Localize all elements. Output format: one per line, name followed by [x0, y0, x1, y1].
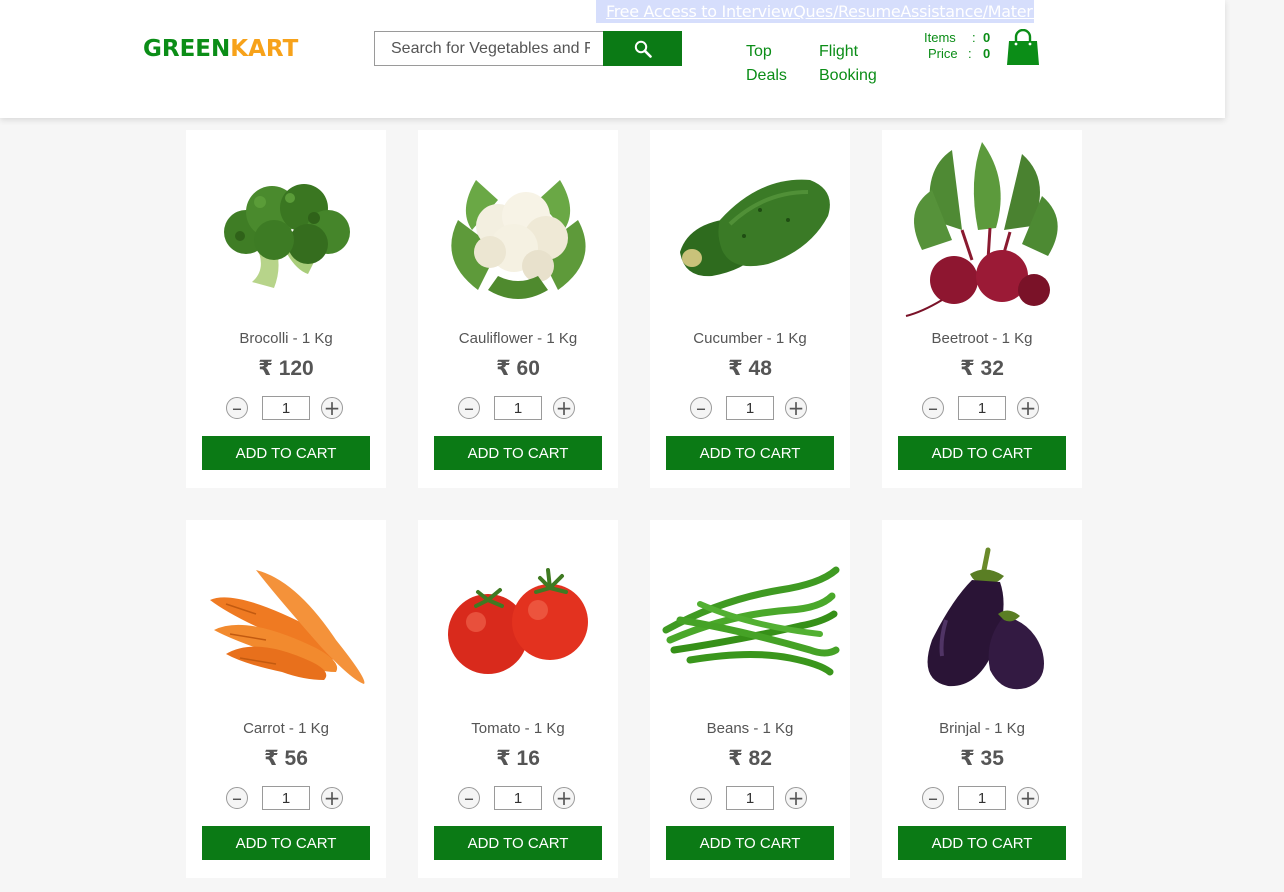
product-price: ₹ 120 — [258, 357, 314, 380]
cart-items-label: Items — [924, 30, 956, 45]
product-price: ₹ 32 — [960, 357, 1004, 380]
add-to-cart-button[interactable]: ADD TO CART — [898, 826, 1066, 860]
quantity-stepper: – + — [458, 396, 578, 420]
cauliflower-icon — [451, 180, 586, 299]
brand-part-green: GREEN — [143, 36, 231, 62]
product-name: Brinjal - 1 Kg — [939, 720, 1025, 737]
product-price: ₹ 56 — [264, 747, 308, 770]
quantity-input[interactable] — [958, 396, 1006, 420]
cart-items-value: 0 — [983, 30, 991, 45]
add-to-cart-button[interactable]: ADD TO CART — [202, 436, 370, 470]
increment-button[interactable]: + — [785, 397, 807, 419]
product-card: Tomato - 1 Kg ₹ 16 – + ADD TO CART — [418, 520, 618, 878]
quantity-input[interactable] — [262, 396, 310, 420]
increment-button[interactable]: + — [553, 787, 575, 809]
cart-price-separator: : — [968, 46, 972, 61]
search-bar — [374, 31, 682, 66]
search-icon — [634, 40, 652, 58]
quantity-stepper: – + — [922, 396, 1042, 420]
cucumber-icon — [680, 179, 830, 277]
decrement-button[interactable]: – — [690, 787, 712, 809]
beans-icon — [662, 566, 840, 676]
cart-bag-icon[interactable] — [1006, 29, 1040, 66]
product-card: Cauliflower - 1 Kg ₹ 60 – + ADD TO CART — [418, 130, 618, 488]
quantity-stepper: – + — [458, 786, 578, 810]
decrement-button[interactable]: – — [458, 787, 480, 809]
decrement-button[interactable]: – — [922, 787, 944, 809]
product-name: Cucumber - 1 Kg — [693, 330, 807, 347]
brinjal-icon — [927, 547, 1044, 690]
quantity-input[interactable] — [726, 786, 774, 810]
product-card: Brinjal - 1 Kg ₹ 35 – + ADD TO CART — [882, 520, 1082, 878]
quantity-input[interactable] — [262, 786, 310, 810]
increment-button[interactable]: + — [1017, 397, 1039, 419]
quantity-stepper: – + — [690, 786, 810, 810]
product-name: Brocolli - 1 Kg — [239, 330, 333, 347]
decrement-button[interactable]: – — [458, 397, 480, 419]
nav-flight-booking-line2: Booking — [819, 67, 877, 84]
quantity-stepper: – + — [922, 786, 1042, 810]
quantity-stepper: – + — [226, 786, 346, 810]
tomato-icon — [448, 568, 588, 674]
increment-button[interactable]: + — [321, 397, 343, 419]
quantity-stepper: – + — [226, 396, 346, 420]
cart-price-value: 0 — [983, 46, 991, 61]
product-name: Tomato - 1 Kg — [471, 720, 565, 737]
decrement-button[interactable]: – — [226, 397, 248, 419]
product-card: Brocolli - 1 Kg ₹ 120 – + ADD TO CART — [186, 130, 386, 488]
nav-top-deals-line2: Deals — [746, 67, 787, 84]
nav-flight-booking[interactable]: Flight Booking — [819, 40, 889, 88]
product-price: ₹ 35 — [960, 747, 1004, 770]
cart-items-separator: : — [972, 30, 976, 45]
broccoli-icon — [224, 184, 350, 288]
nav-top-deals-line1: Top — [746, 43, 772, 60]
promo-link[interactable]: Free Access to InterviewQues/ResumeAssis… — [596, 0, 1034, 23]
add-to-cart-button[interactable]: ADD TO CART — [666, 826, 834, 860]
product-name: Beetroot - 1 Kg — [931, 330, 1033, 347]
increment-button[interactable]: + — [553, 397, 575, 419]
product-name: Beans - 1 Kg — [706, 720, 794, 737]
product-price: ₹ 82 — [728, 747, 772, 770]
decrement-button[interactable]: – — [690, 397, 712, 419]
beetroot-icon — [905, 142, 1058, 317]
product-name: Cauliflower - 1 Kg — [458, 330, 578, 347]
quantity-input[interactable] — [494, 396, 542, 420]
add-to-cart-button[interactable]: ADD TO CART — [434, 826, 602, 860]
increment-button[interactable]: + — [785, 787, 807, 809]
header: GREENKART Free Access to InterviewQues/R… — [0, 0, 1225, 118]
product-price: ₹ 48 — [728, 357, 772, 380]
product-card: Cucumber - 1 Kg ₹ 48 – + ADD TO CART — [650, 130, 850, 488]
decrement-button[interactable]: – — [922, 397, 944, 419]
add-to-cart-button[interactable]: ADD TO CART — [202, 826, 370, 860]
search-input[interactable] — [374, 31, 604, 66]
add-to-cart-button[interactable]: ADD TO CART — [898, 436, 1066, 470]
cart-price-label: Price — [928, 46, 958, 61]
search-button[interactable] — [603, 31, 682, 66]
cart-price-row: Price : 0 — [928, 46, 990, 61]
quantity-input[interactable] — [958, 786, 1006, 810]
product-card: Carrot - 1 Kg ₹ 56 – + ADD TO CART — [186, 520, 386, 878]
add-to-cart-button[interactable]: ADD TO CART — [434, 436, 602, 470]
brand-part-orange: KART — [230, 36, 299, 62]
quantity-stepper: – + — [690, 396, 810, 420]
quantity-input[interactable] — [494, 786, 542, 810]
cart-items-row: Items : 0 — [924, 30, 990, 45]
carrot-icon — [210, 570, 365, 684]
decrement-button[interactable]: – — [226, 787, 248, 809]
brand-logo[interactable]: GREENKART — [143, 36, 298, 62]
product-price: ₹ 16 — [496, 747, 540, 770]
product-name: Carrot - 1 Kg — [243, 720, 329, 737]
product-card: Beans - 1 Kg ₹ 82 – + ADD TO CART — [650, 520, 850, 878]
increment-button[interactable]: + — [321, 787, 343, 809]
add-to-cart-button[interactable]: ADD TO CART — [666, 436, 834, 470]
product-price: ₹ 60 — [496, 357, 540, 380]
nav-top-deals[interactable]: Top Deals — [746, 40, 796, 88]
nav-flight-booking-line1: Flight — [819, 43, 859, 60]
increment-button[interactable]: + — [1017, 787, 1039, 809]
product-card: Beetroot - 1 Kg ₹ 32 – + ADD TO CART — [882, 130, 1082, 488]
quantity-input[interactable] — [726, 396, 774, 420]
